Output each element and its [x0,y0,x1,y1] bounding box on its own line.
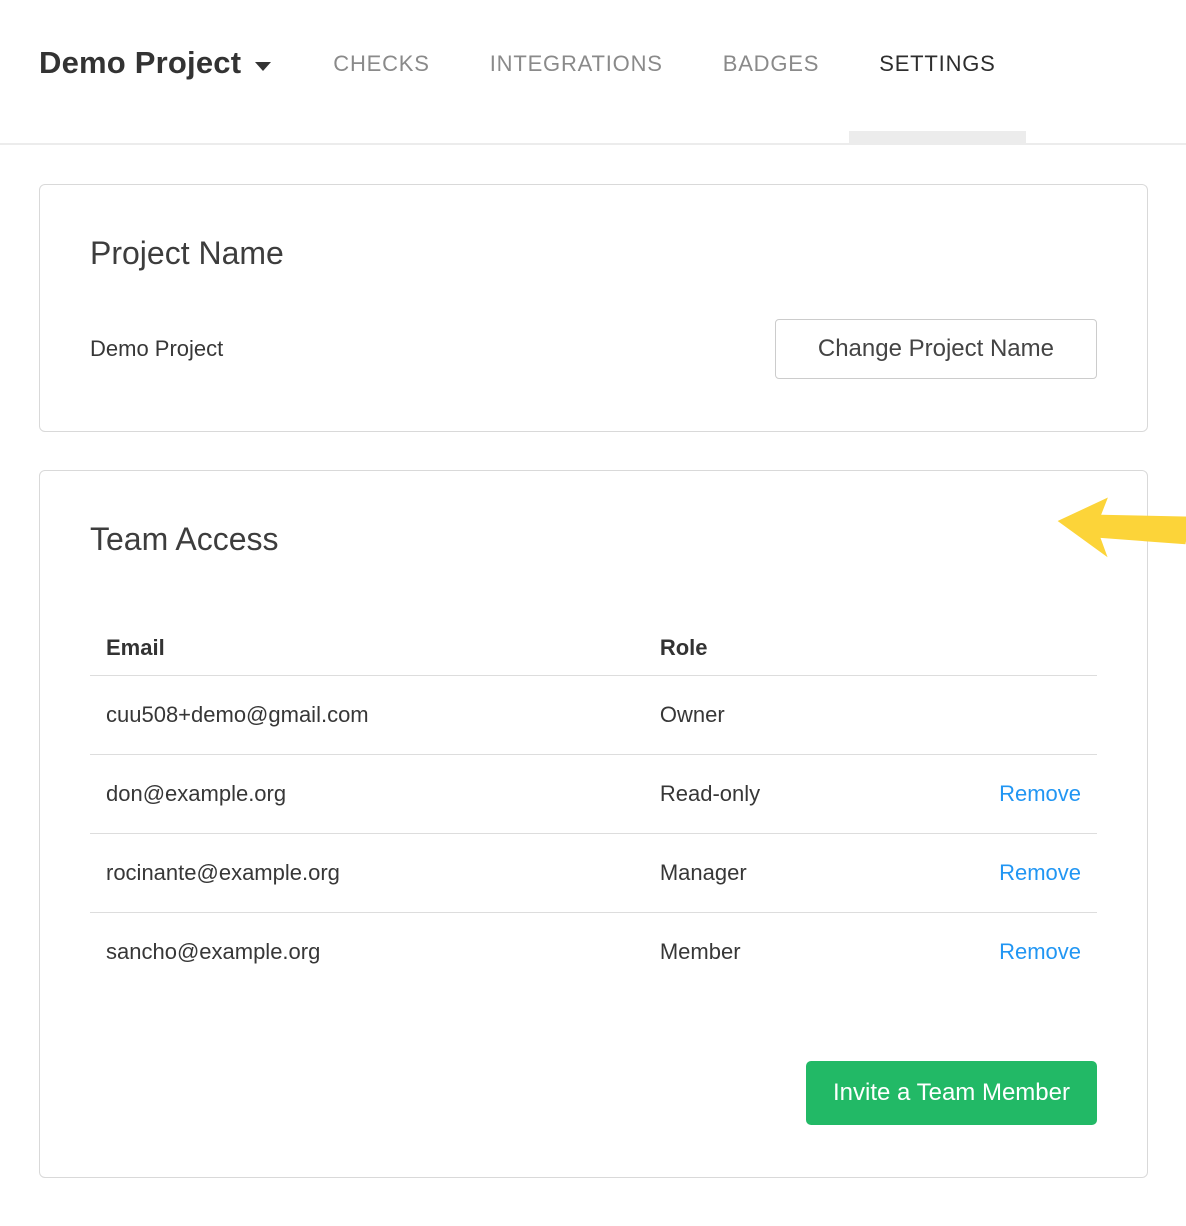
invite-button-row: Invite a Team Member [90,1061,1097,1125]
member-email: rocinante@example.org [90,834,644,913]
current-project-name: Demo Project [90,336,223,362]
member-email: don@example.org [90,755,644,834]
tab-settings-label: SETTINGS [879,51,995,76]
tab-settings[interactable]: SETTINGS [849,0,1025,143]
top-navbar: Demo Project CHECKS INTEGRATIONS BADGES … [0,0,1186,145]
member-action-cell: Remove [926,834,1097,913]
project-title: Demo Project [39,45,241,81]
tab-checks[interactable]: CHECKS [303,0,460,143]
member-action-cell [926,676,1097,755]
table-row: don@example.orgRead-only Remove [90,755,1097,834]
tab-badges[interactable]: BADGES [693,0,850,143]
member-email: cuu508+demo@gmail.com [90,676,644,755]
active-tab-indicator [849,131,1025,143]
table-header-row: Email Role [90,621,1097,676]
project-name-row: Demo Project Change Project Name [90,319,1097,379]
change-project-name-button[interactable]: Change Project Name [775,319,1097,379]
member-action-cell: Remove [926,755,1097,834]
table-row: cuu508+demo@gmail.comOwner [90,676,1097,755]
member-role: Read-only [644,755,926,834]
member-role: Owner [644,676,926,755]
project-name-card: Project Name Demo Project Change Project… [39,184,1148,432]
table-row: rocinante@example.orgManager Remove [90,834,1097,913]
tab-integrations[interactable]: INTEGRATIONS [460,0,693,143]
team-access-heading: Team Access [90,519,1097,559]
email-column-header: Email [90,621,644,676]
team-access-card: Team Access Email Role cuu508+demo@gmail… [39,470,1148,1178]
member-action-cell: Remove [926,913,1097,992]
member-role: Member [644,913,926,992]
caret-down-icon [255,62,271,71]
member-email: sancho@example.org [90,913,644,992]
project-switcher[interactable]: Demo Project [39,0,271,86]
project-name-heading: Project Name [90,233,1097,273]
table-row: sancho@example.orgMember Remove [90,913,1097,992]
team-members-table: Email Role cuu508+demo@gmail.comOwnerdon… [90,621,1097,991]
settings-page: Project Name Demo Project Change Project… [0,184,1186,1214]
action-column-header [926,621,1097,676]
remove-member-link[interactable]: Remove [999,781,1081,806]
invite-team-member-button[interactable]: Invite a Team Member [806,1061,1097,1125]
member-role: Manager [644,834,926,913]
remove-member-link[interactable]: Remove [999,939,1081,964]
role-column-header: Role [644,621,926,676]
remove-member-link[interactable]: Remove [999,860,1081,885]
